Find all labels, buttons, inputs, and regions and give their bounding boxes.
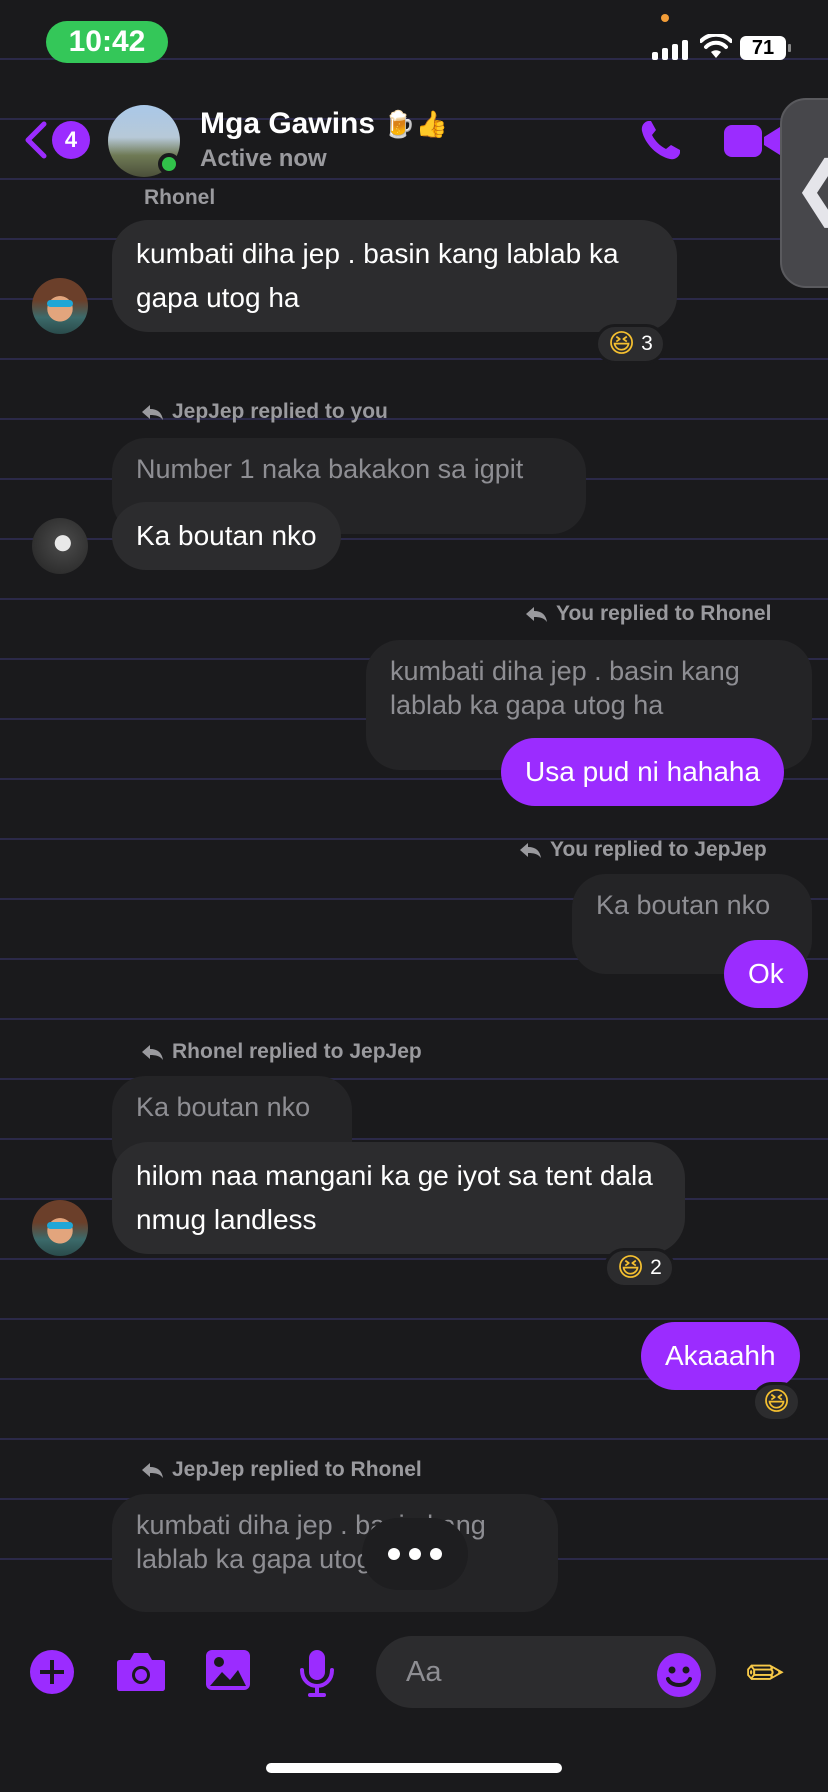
reply-arrow-icon [520,843,541,858]
plus-icon[interactable] [28,1648,76,1696]
reply-arrow-icon [142,1045,163,1060]
reply-label: Rhonel replied to JepJep [140,1040,422,1064]
avatar-jepjep[interactable] [32,518,88,574]
side-panel-handle[interactable]: ❮ [780,98,828,288]
battery-indicator: 71 [740,36,791,60]
my-message-bubble[interactable]: Ok [724,940,808,1008]
chat-header: 4 Mga Gawins 🍺👍 Active now [0,95,828,185]
reaction-count: 3 [641,332,653,355]
back-button[interactable]: 4 [24,117,94,163]
video-camera-icon[interactable] [724,123,780,159]
chat-title-text: Mga Gawins [200,107,376,140]
online-status-dot [158,153,180,175]
chat-title[interactable]: Mga Gawins 🍺👍 [200,107,448,141]
quoted-message[interactable]: kumbati diha jep . basin kang lablab ka … [112,1494,558,1612]
reply-label-text: You replied to Rhonel [556,602,772,625]
message-reaction[interactable]: 😆 [752,1382,802,1422]
message-input-placeholder: Aa [406,1656,442,1688]
unread-count-badge: 4 [52,121,90,159]
reaction-count: 2 [650,1256,662,1279]
active-status: Active now [200,145,327,172]
typing-indicator [362,1518,468,1590]
home-indicator [266,1763,562,1773]
smile-emoji-icon[interactable] [656,1652,702,1698]
status-time: 10:42 [46,21,168,63]
wifi-icon [700,34,732,58]
side-chevron-icon: ❮ [792,152,828,222]
image-icon[interactable] [204,1648,252,1692]
laughing-emoji-icon: 😆 [763,1387,791,1417]
avatar-rhonel[interactable] [32,278,88,334]
message-bubble[interactable]: Ka boutan nko [112,502,341,570]
microphone-icon[interactable] [298,1648,336,1698]
sender-name: Rhonel [144,186,216,209]
reply-arrow-icon [142,405,163,420]
privacy-indicator-dot [661,14,669,22]
my-message-bubble[interactable]: Usa pud ni hahaha [501,738,785,806]
message-bubble[interactable]: kumbati diha jep . basin kang lablab ka … [112,220,677,332]
my-message-bubble[interactable]: Akaaahh [641,1322,800,1390]
back-chevron-icon [25,121,47,159]
message-reaction[interactable]: 😆 3 [595,324,666,364]
message-reaction[interactable]: 😆 2 [604,1248,675,1288]
chat-title-emoji: 🍺👍 [383,110,449,140]
reply-arrow-icon [142,1463,163,1478]
cellular-signal-icon [652,40,688,60]
status-bar: 10:42 71 [0,0,828,90]
pencil-icon[interactable]: ✏ [746,1646,785,1700]
reply-label-text: You replied to JepJep [550,838,767,861]
reply-arrow-icon [526,607,547,622]
reply-label-text: JepJep replied to you [172,400,388,423]
camera-icon[interactable] [116,1648,166,1694]
reply-label-text: Rhonel replied to JepJep [172,1040,422,1063]
reply-label: You replied to Rhonel [524,602,771,626]
message-bubble[interactable]: hilom naa mangani ka ge iyot sa tent dal… [112,1142,685,1254]
avatar-rhonel[interactable] [32,1200,88,1256]
phone-icon[interactable] [638,117,684,163]
laughing-emoji-icon: 😆 [617,1253,645,1283]
reply-label: You replied to JepJep [518,838,767,862]
laughing-emoji-icon: 😆 [608,329,636,359]
reply-label: JepJep replied to you [140,400,388,424]
reply-label: JepJep replied to Rhonel [140,1458,422,1482]
reply-label-text: JepJep replied to Rhonel [172,1458,422,1481]
